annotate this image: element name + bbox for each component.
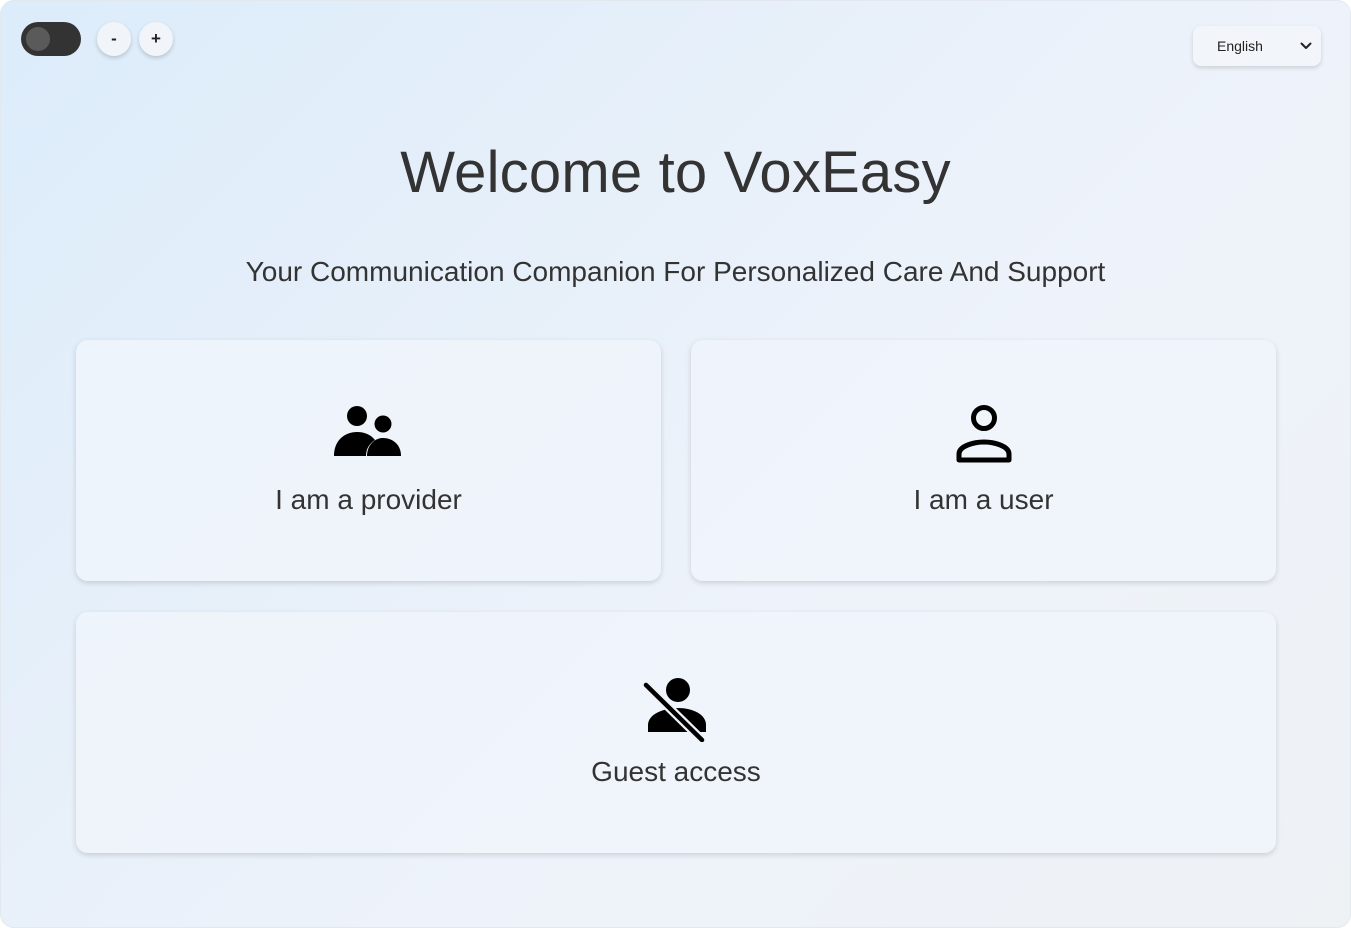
- supervisor-account-icon: [333, 406, 401, 456]
- guest-access-card-label: Guest access: [591, 756, 761, 787]
- user-card-label: I am a user: [913, 484, 1054, 515]
- person-off-icon: [641, 678, 707, 742]
- welcome-page: - + English Welcome to VoxEasy Your Comm…: [0, 0, 1351, 928]
- zoom-out-button[interactable]: -: [97, 22, 131, 56]
- theme-toggle-knob: [26, 27, 50, 51]
- user-card[interactable]: I am a user: [691, 340, 1276, 581]
- guest-access-card[interactable]: Guest access: [76, 612, 1276, 853]
- language-select[interactable]: English: [1193, 26, 1321, 66]
- person-outline-icon: [956, 405, 1011, 463]
- provider-card-label: I am a provider: [275, 484, 462, 515]
- provider-card[interactable]: I am a provider: [76, 340, 661, 581]
- page-subtitle: Your Communication Companion For Persona…: [245, 256, 1106, 287]
- chevron-down-icon: [1300, 42, 1312, 49]
- language-selected-value: English: [1217, 38, 1263, 54]
- page-title: Welcome to VoxEasy: [400, 140, 951, 205]
- zoom-in-button[interactable]: +: [139, 22, 173, 56]
- theme-toggle[interactable]: [21, 22, 81, 56]
